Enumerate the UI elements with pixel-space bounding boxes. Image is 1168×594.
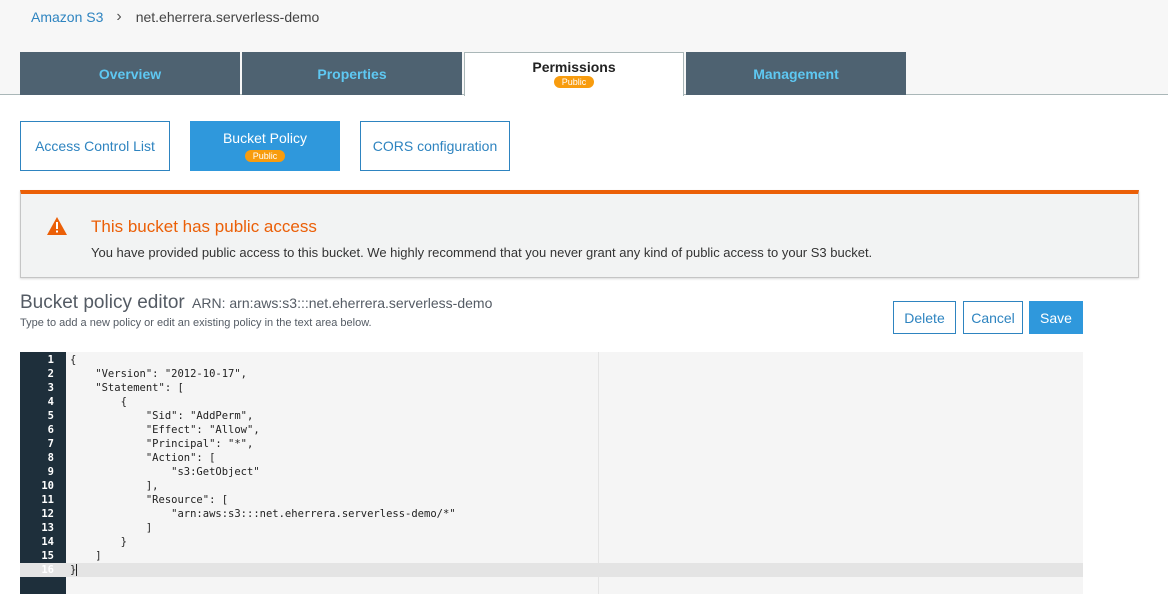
code-line-text: "arn:aws:s3:::net.eherrera.serverless-de… <box>70 508 456 520</box>
tab-permissions[interactable]: Permissions Public <box>464 52 684 96</box>
line-number: 14 <box>41 536 54 548</box>
tab-management[interactable]: Management <box>686 52 906 95</box>
breadcrumb: Amazon S3 › net.eherrera.serverless-demo <box>31 8 319 26</box>
code-line-text: { <box>70 354 77 366</box>
code-line-text: "s3:GetObject" <box>70 466 260 478</box>
alert-message: You have provided public access to this … <box>91 245 873 260</box>
code-line-text: "Sid": "AddPerm", <box>70 410 254 422</box>
tab-permissions-label: Permissions <box>532 59 616 75</box>
tab-overview[interactable]: Overview <box>20 52 240 95</box>
code-line-text: } <box>70 536 127 548</box>
code-line-text: "Statement": [ <box>70 382 184 394</box>
subtab-access-control-list[interactable]: Access Control List <box>20 121 170 171</box>
tab-overview-label: Overview <box>98 65 162 82</box>
line-number: 9 <box>47 466 54 478</box>
code-line-text: } <box>70 564 78 576</box>
line-number: 11 <box>41 494 54 506</box>
tab-properties-label: Properties <box>317 65 387 82</box>
code-line-text: "Action": [ <box>70 452 216 464</box>
editor-heading: Bucket policy editor ARN: arn:aws:s3:::n… <box>20 292 492 314</box>
code-line[interactable]: 1{ <box>20 353 1083 367</box>
code-line[interactable]: 15 ] <box>20 549 1083 563</box>
code-line[interactable]: 7 "Principal": "*", <box>20 437 1083 451</box>
code-line[interactable]: 2 "Version": "2012-10-17", <box>20 367 1083 381</box>
code-line[interactable]: 6 "Effect": "Allow", <box>20 423 1083 437</box>
line-number: 8 <box>47 452 54 464</box>
text-cursor <box>76 564 78 576</box>
code-line[interactable]: 5 "Sid": "AddPerm", <box>20 409 1083 423</box>
code-line-text: "Principal": "*", <box>70 438 254 450</box>
line-number: 12 <box>41 508 54 520</box>
tab-properties[interactable]: Properties <box>242 52 462 95</box>
main-tabs: Overview Properties Permissions Public M… <box>20 52 908 96</box>
public-badge: Public <box>244 150 286 162</box>
chevron-right-icon: › <box>116 8 122 25</box>
code-line[interactable]: 3 "Statement": [ <box>20 381 1083 395</box>
editor-title: Bucket policy editor <box>20 292 185 313</box>
public-badge: Public <box>553 76 595 88</box>
subtab-bucket-policy[interactable]: Bucket Policy Public <box>190 121 340 171</box>
line-number: 16 <box>41 564 54 576</box>
code-line-text: { <box>70 396 127 408</box>
tab-management-label: Management <box>753 65 839 82</box>
code-line-text: "Effect": "Allow", <box>70 424 260 436</box>
code-line-text: "Version": "2012-10-17", <box>70 368 248 380</box>
code-line[interactable]: 10 ], <box>20 479 1083 493</box>
delete-button[interactable]: Delete <box>893 301 956 334</box>
code-line[interactable]: 13 ] <box>20 521 1083 535</box>
line-number: 1 <box>47 354 54 366</box>
alert-title: This bucket has public access <box>91 217 317 236</box>
save-button[interactable]: Save <box>1029 301 1083 334</box>
code-line[interactable]: 11 "Resource": [ <box>20 493 1083 507</box>
breadcrumb-bucket-name: net.eherrera.serverless-demo <box>135 9 320 25</box>
code-line[interactable]: 9 "s3:GetObject" <box>20 465 1083 479</box>
code-line-text: "Resource": [ <box>70 494 229 506</box>
code-line-text: ] <box>70 550 102 562</box>
bucket-arn: ARN: arn:aws:s3:::net.eherrera.serverles… <box>192 295 493 311</box>
code-line[interactable]: 16} <box>20 563 1083 577</box>
subtab-bucket-policy-label: Bucket Policy <box>222 130 308 146</box>
line-number: 13 <box>41 522 54 534</box>
line-number: 3 <box>47 382 54 394</box>
subtab-cors-configuration[interactable]: CORS configuration <box>360 121 510 171</box>
policy-code-editor[interactable]: 1{2 "Version": "2012-10-17", 3 "Statement… <box>20 352 1083 594</box>
warning-icon <box>47 217 67 235</box>
line-number: 2 <box>47 368 54 380</box>
subtab-cors-label: CORS configuration <box>372 138 498 154</box>
breadcrumb-amazon-s3-link[interactable]: Amazon S3 <box>31 9 103 25</box>
code-line-text: ], <box>70 480 159 492</box>
line-number: 7 <box>47 438 54 450</box>
line-number: 4 <box>47 396 54 408</box>
code-line[interactable]: 4 { <box>20 395 1083 409</box>
code-line[interactable]: 14 } <box>20 535 1083 549</box>
public-access-alert: This bucket has public access You have p… <box>20 190 1139 278</box>
line-number: 6 <box>47 424 54 436</box>
code-line[interactable]: 12 "arn:aws:s3:::net.eherrera.serverless… <box>20 507 1083 521</box>
subtab-acl-label: Access Control List <box>35 138 155 154</box>
line-number: 10 <box>41 480 54 492</box>
line-number: 5 <box>47 410 54 422</box>
code-line-text: ] <box>70 522 153 534</box>
line-number: 15 <box>41 550 54 562</box>
cancel-button[interactable]: Cancel <box>963 301 1023 334</box>
editor-hint: Type to add a new policy or edit an exis… <box>20 317 372 329</box>
permission-subtabs: Access Control List Bucket Policy Public… <box>20 121 530 171</box>
code-line[interactable]: 8 "Action": [ <box>20 451 1083 465</box>
